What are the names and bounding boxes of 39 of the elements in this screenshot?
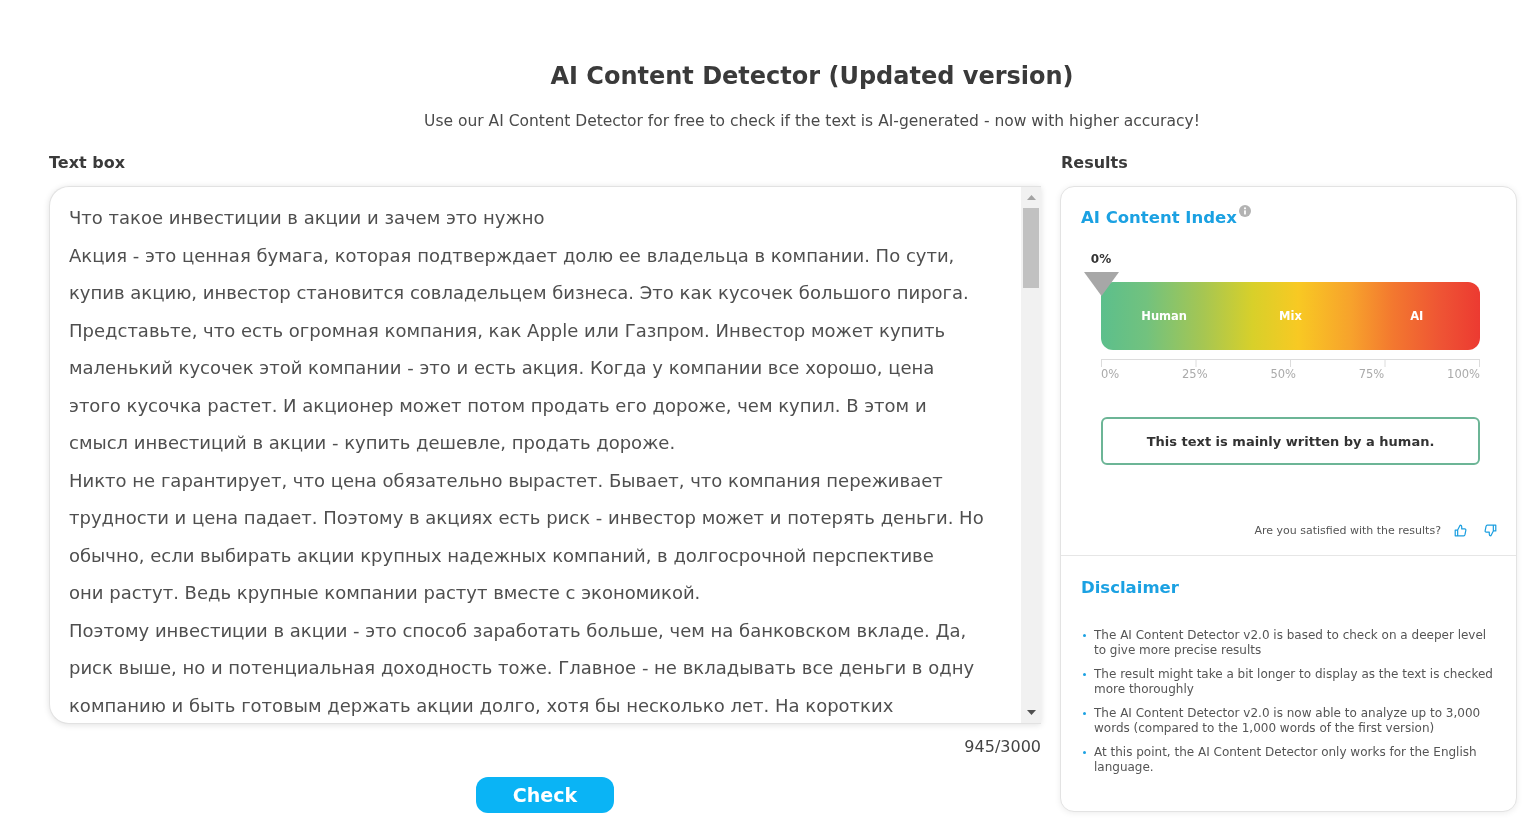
page-title: AI Content Detector (Updated version) [550,62,1074,90]
zone-label: AI [1410,309,1424,323]
scrollbar-thumb[interactable] [1023,208,1039,288]
paragraph-text: Что такое инвестиции в акции и зачем это нужно [69,206,545,230]
zone-label: Mix [1279,309,1302,323]
section-label: Results [1061,153,1128,173]
disclaimer-text: At this point, the AI Content Detector only works for the English language. [1094,745,1478,775]
thumbs-up-icon[interactable] [1454,523,1467,537]
character-counter: 945/3000 [964,737,1041,756]
paragraph-text: Никто не гарантирует, что цена обязательно вырастет. Бывает, что компания переживает трудности и цена падает. Поэтому в акциях есть риск - инвестор может и потерять деньги. Но обычно, если выбирать акции крупных надежных компаний, в долгосрочной перспективе они растут. Ведь крупные компании растут вместе с экономикой. [69,468,984,605]
page-subtitle: Use our AI Content Detector for free to check if the text is AI-generated - now with higher accuracy! [424,111,1200,131]
bullet-icon [1083,673,1086,676]
check-button[interactable]: Check [476,777,614,813]
scale-label: 100% [1447,367,1480,381]
disclaimer-text: The AI Content Detector v2.0 is based to check on a deeper level to give more precise results [1094,628,1488,658]
scale-label: 25% [1182,367,1208,381]
scrollbar[interactable] [1021,187,1041,723]
text-input-field[interactable] [49,186,1041,724]
scale-label: 50% [1270,367,1296,381]
bullet-icon [1083,751,1086,754]
zone-label: Human [1141,309,1188,323]
verdict-message: This text is mainly written by a human. [1101,417,1480,465]
scale-label: 0% [1101,367,1120,381]
disclaimer-text: The AI Content Detector v2.0 is now able to analyze up to 3,000 words (compared to the 1,000 words of the first version) [1094,706,1482,736]
thumbs-down-icon[interactable] [1484,523,1497,537]
scale-label: 75% [1358,367,1385,381]
paragraph-text: Поэтому инвестиции в акции - это способ заработать больше, чем на банковском вкладе. Да, риск выше, но и потенциальная доходность тоже. Главное - не вкладывать все деньги в одну компанию и быть готовым держать акции долго, хотя бы несколько лет. На коротких [69,618,975,718]
section-label: Text box [49,153,125,173]
paragraph-text: Акция - это ценная бумага, которая подтверждает долю ее владельца в компании. По сути, купив акцию, инвестор становится совладельцем бизнеса. Это как кусочек большого пирога. Представьте, что есть огромная компания, как Apple или Газпром. Инвестор может купить маленький кусочек этой компании - это и есть акция. Когда у компании все хорошо, цена этого кусочка растет. И акционер может потом продать его дороже, чем купил. В этом и смысл инвестиций в акции - купить дешевле, продать дороже. [69,243,969,455]
feedback-prompt: Are you satisfied with the results? [1254,523,1441,537]
bullet-icon [1083,634,1086,637]
score-label: 0% [1090,252,1112,266]
caret-up-icon[interactable] [1026,195,1036,200]
disclaimer-text: The result might take a bit longer to display as the text is checked more thoroughly [1094,667,1494,697]
info-icon[interactable] [1238,205,1251,217]
caret-down-icon[interactable] [1026,710,1036,715]
bullet-icon [1083,712,1086,715]
index-title: AI Content Index [1081,207,1237,229]
disclaimer-title: Disclaimer [1081,577,1179,599]
